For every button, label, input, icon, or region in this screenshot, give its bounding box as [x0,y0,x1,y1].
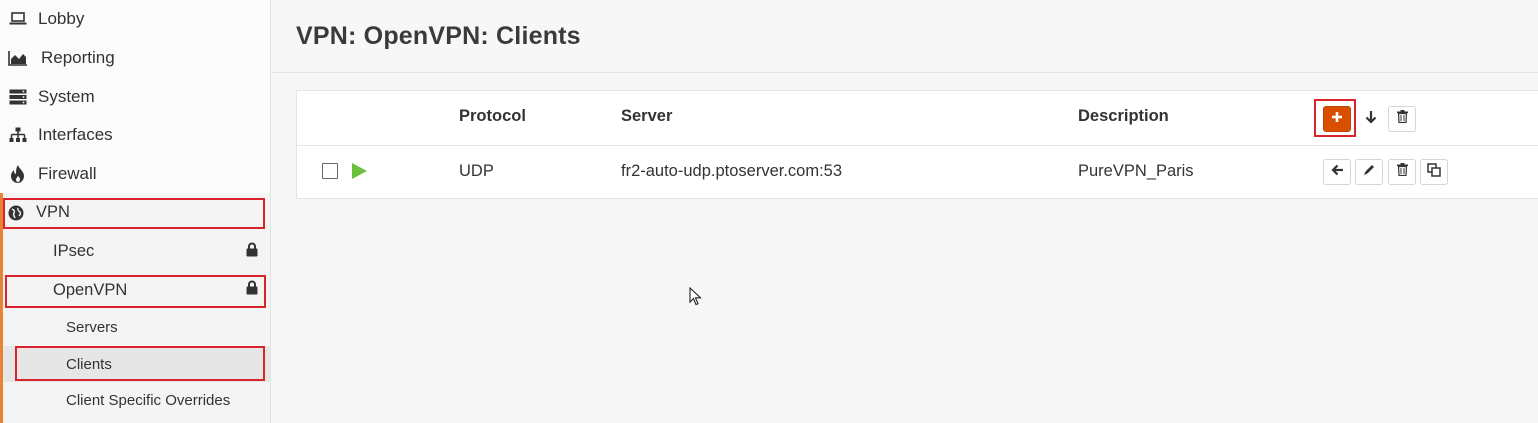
enabled-play-icon[interactable] [352,163,367,179]
row-divider [297,145,1538,146]
delete-button[interactable] [1388,159,1416,185]
sidebar-item-label: IPsec [53,242,95,260]
cell-server: fr2-auto-udp.ptoserver.com:53 [621,162,843,180]
download-button[interactable] [1357,106,1385,132]
sidebar-item-label: Servers [66,318,118,336]
sitemap-icon [8,125,28,145]
lock-icon [246,241,258,261]
page-header: VPN: OpenVPN: Clients [271,0,1538,73]
sidebar-item-openvpn[interactable]: OpenVPN [3,271,270,309]
column-header-description: Description [1078,107,1169,125]
page-title: VPN: OpenVPN: Clients [296,22,581,50]
main-content: VPN: OpenVPN: Clients Protocol Server De… [271,0,1538,423]
trash-icon [1396,110,1408,128]
column-header-protocol: Protocol [459,107,526,125]
globe-icon [8,205,24,221]
copy-icon [1427,162,1441,182]
sidebar-item-system[interactable]: System [0,78,270,116]
clients-table: Protocol Server Description UDP fr2-auto… [296,90,1538,199]
sidebar-item-client-specific-overrides[interactable]: Client Specific Overrides [3,382,270,418]
mouse-cursor-icon [689,286,702,311]
sidebar-item-label: Firewall [38,164,97,183]
row-select-checkbox[interactable] [322,163,338,179]
sidebar-item-reporting[interactable]: Reporting [0,39,270,77]
cell-protocol: UDP [459,162,494,180]
sidebar-item-label: System [38,87,95,106]
sidebar-item-label: OpenVPN [53,280,128,299]
add-button[interactable] [1323,106,1351,132]
plus-icon [1331,110,1343,128]
sidebar-item-label: Lobby [38,9,85,28]
sidebar-item-lobby[interactable]: Lobby [0,0,270,38]
sidebar-item-firewall[interactable]: Firewall [0,155,270,193]
edit-button[interactable] [1355,159,1383,185]
sidebar-item-label: Reporting [41,48,115,67]
trash-icon [1396,163,1408,181]
sidebar-item-label: Interfaces [38,125,113,144]
sidebar-item-interfaces[interactable]: Interfaces [0,116,270,154]
sidebar-item-ipsec[interactable]: IPsec [3,232,270,271]
sidebar-item-label: VPN [36,203,70,221]
sidebar-item-label: Client Specific Overrides [66,391,231,409]
vpn-section: VPN IPsec OpenVPN Servers Clients Client… [0,193,270,423]
pencil-icon [1363,163,1375,181]
cell-description: PureVPN_Paris [1078,162,1194,180]
delete-selected-button[interactable] [1388,106,1416,132]
clone-button[interactable] [1420,159,1448,185]
sidebar-item-servers[interactable]: Servers [3,309,270,345]
sidebar-item-clients[interactable]: Clients [3,346,270,382]
sidebar-item-label: Clients [66,355,112,373]
move-button[interactable] [1323,159,1351,185]
laptop-icon [8,9,28,29]
lock-icon [246,280,258,300]
server-icon [8,87,28,107]
sidebar: Lobby Reporting System Interfaces Firewa… [0,0,271,423]
column-header-server: Server [621,107,673,125]
arrow-left-icon [1330,163,1344,181]
sidebar-item-vpn[interactable]: VPN [3,193,270,232]
fire-icon [8,164,28,184]
arrow-down-icon [1365,110,1377,129]
area-chart-icon [8,48,28,68]
